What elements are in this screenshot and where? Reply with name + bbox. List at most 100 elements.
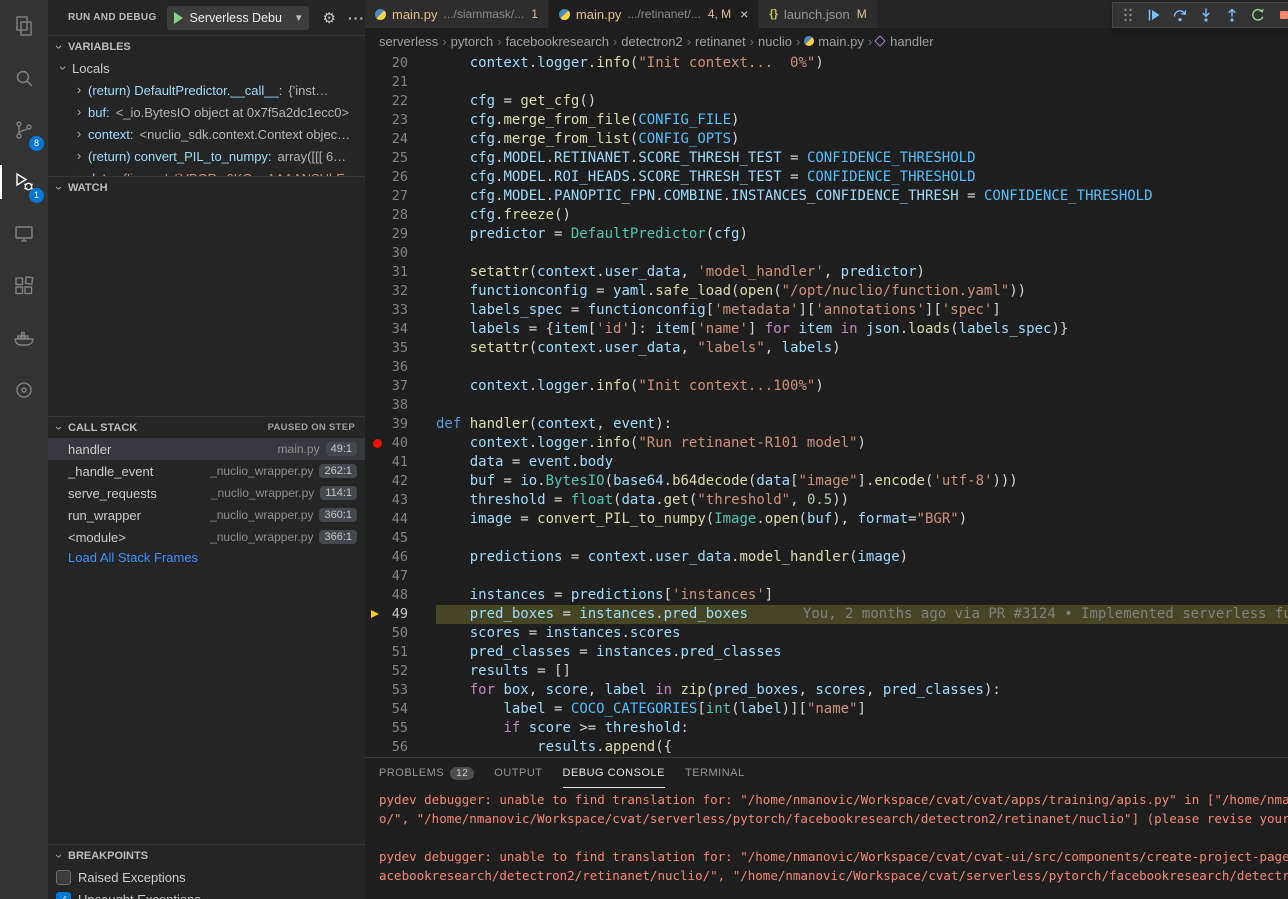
gutter[interactable]: 48 [365, 586, 436, 605]
code-line-53[interactable]: 53 for box, score, label in zip(pred_box… [365, 681, 1288, 700]
line-number[interactable]: 43 [365, 491, 436, 510]
code-line-23[interactable]: 23 cfg.merge_from_file(CONFIG_FILE) [365, 111, 1288, 130]
gutter[interactable]: 29 [365, 225, 436, 244]
gutter[interactable]: 20 [365, 54, 436, 73]
line-number[interactable]: 37 [365, 377, 436, 396]
gutter[interactable]: 51 [365, 643, 436, 662]
chevron-right-icon[interactable]: › [72, 127, 86, 141]
editor-tab[interactable]: {}launch.jsonM [759, 0, 877, 28]
gutter[interactable]: 24 [365, 130, 436, 149]
gutter[interactable]: 53 [365, 681, 436, 700]
code-line-55[interactable]: 55 if score >= threshold: [365, 719, 1288, 738]
line-number[interactable]: 51 [365, 643, 436, 662]
variable-item[interactable]: ›(return) convert_PIL_to_numpy:array([[[… [48, 145, 365, 167]
breadcrumb-item[interactable]: nuclio [758, 34, 792, 49]
line-number[interactable]: 53 [365, 681, 436, 700]
chevron-right-icon[interactable]: › [72, 149, 86, 163]
code-line-47[interactable]: 47 [365, 567, 1288, 586]
activity-extensions-icon[interactable] [0, 260, 48, 312]
line-number[interactable]: 46 [365, 548, 436, 567]
breakpoint-item[interactable]: Raised Exceptions [48, 866, 365, 888]
code-line-44[interactable]: 44 image = convert_PIL_to_numpy(Image.op… [365, 510, 1288, 529]
stack-frame-item[interactable]: handlermain.py49:1 [48, 438, 365, 460]
breadcrumb-item[interactable]: detectron2 [621, 34, 682, 49]
code-line-43[interactable]: 43 threshold = float(data.get("threshold… [365, 491, 1288, 510]
line-number[interactable]: 48 [365, 586, 436, 605]
line-number[interactable]: 41 [365, 453, 436, 472]
gutter[interactable]: 39 [365, 415, 436, 434]
variables-section-header[interactable]: › VARIABLES [48, 35, 365, 57]
gutter[interactable]: 27 [365, 187, 436, 206]
activity-search-icon[interactable] [0, 52, 48, 104]
activity-docker-icon[interactable] [0, 312, 48, 364]
code-editor[interactable]: 20 context.logger.info("Init context... … [365, 54, 1288, 757]
line-number[interactable]: 32 [365, 282, 436, 301]
gutter[interactable]: 41 [365, 453, 436, 472]
line-number[interactable]: 36 [365, 358, 436, 377]
code-line-31[interactable]: 31 setattr(context.user_data, 'model_han… [365, 263, 1288, 282]
line-number[interactable]: 24 [365, 130, 436, 149]
gutter[interactable]: 44 [365, 510, 436, 529]
variable-item[interactable]: ›buf:<_io.BytesIO object at 0x7f5a2dc1ec… [48, 101, 365, 123]
code-line-28[interactable]: 28 cfg.freeze() [365, 206, 1288, 225]
gutter[interactable]: 32 [365, 282, 436, 301]
gutter[interactable]: 30 [365, 244, 436, 263]
breadcrumb-item[interactable]: handler [876, 34, 933, 49]
gutter[interactable]: 52 [365, 662, 436, 681]
gutter[interactable]: 22 [365, 92, 436, 111]
gutter[interactable]: 23 [365, 111, 436, 130]
line-number[interactable]: 39 [365, 415, 436, 434]
activity-explorer-icon[interactable] [0, 0, 48, 52]
locals-scope-row[interactable]: › Locals [48, 57, 365, 79]
line-number[interactable]: 30 [365, 244, 436, 263]
code-line-46[interactable]: 46 predictions = context.user_data.model… [365, 548, 1288, 567]
code-line-54[interactable]: 54 label = COCO_CATEGORIES[int(label)]["… [365, 700, 1288, 719]
gutter[interactable]: 37 [365, 377, 436, 396]
code-line-33[interactable]: 33 labels_spec = functionconfig['metadat… [365, 301, 1288, 320]
step-over-button[interactable] [1167, 3, 1193, 27]
editor-tab[interactable]: main.py.../retinanet/...4, M× [549, 0, 759, 28]
line-number[interactable]: 42 [365, 472, 436, 491]
gutter[interactable]: 45 [365, 529, 436, 548]
code-line-52[interactable]: 52 results = [] [365, 662, 1288, 681]
call-stack-section-header[interactable]: › CALL STACK PAUSED ON STEP [48, 416, 365, 438]
gutter[interactable]: 25 [365, 149, 436, 168]
gutter[interactable]: 46 [365, 548, 436, 567]
code-line-29[interactable]: 29 predictor = DefaultPredictor(cfg) [365, 225, 1288, 244]
line-number[interactable]: 50 [365, 624, 436, 643]
gutter[interactable]: 26 [365, 168, 436, 187]
gutter[interactable]: 33 [365, 301, 436, 320]
line-number[interactable]: 54 [365, 700, 436, 719]
watch-section-header[interactable]: › WATCH [48, 176, 365, 198]
stack-frame-item[interactable]: run_wrapper_nuclio_wrapper.py360:1 [48, 504, 365, 526]
code-line-26[interactable]: 26 cfg.MODEL.ROI_HEADS.SCORE_THRESH_TEST… [365, 168, 1288, 187]
code-line-36[interactable]: 36 [365, 358, 1288, 377]
panel-tab-problems[interactable]: PROBLEMS12 [379, 758, 474, 788]
breadcrumb-item[interactable]: retinanet [695, 34, 746, 49]
code-line-39[interactable]: 39def handler(context, event): [365, 415, 1288, 434]
line-number[interactable]: 52 [365, 662, 436, 681]
gutter[interactable]: 28 [365, 206, 436, 225]
gutter[interactable]: 49 [365, 605, 436, 624]
gutter[interactable]: 47 [365, 567, 436, 586]
editor-tab[interactable]: main.py.../siammask/...1 [365, 0, 549, 28]
gutter[interactable]: 42 [365, 472, 436, 491]
code-line-35[interactable]: 35 setattr(context.user_data, "labels", … [365, 339, 1288, 358]
line-number[interactable]: 21 [365, 73, 436, 92]
gutter[interactable]: 50 [365, 624, 436, 643]
code-line-56[interactable]: 56 results.append({ [365, 738, 1288, 757]
code-line-34[interactable]: 34 labels = {item['id']: item['name'] fo… [365, 320, 1288, 339]
gutter[interactable]: 54 [365, 700, 436, 719]
chevron-right-icon[interactable]: › [72, 83, 86, 97]
panel-tab-output[interactable]: OUTPUT [494, 758, 542, 788]
code-line-24[interactable]: 24 cfg.merge_from_list(CONFIG_OPTS) [365, 130, 1288, 149]
stack-frame-item[interactable]: _handle_event_nuclio_wrapper.py262:1 [48, 460, 365, 482]
line-number[interactable]: 35 [365, 339, 436, 358]
code-line-40[interactable]: 40 context.logger.info("Run retinanet-R1… [365, 434, 1288, 453]
code-line-42[interactable]: 42 buf = io.BytesIO(base64.b64decode(dat… [365, 472, 1288, 491]
breakpoints-section-header[interactable]: › BREAKPOINTS [48, 844, 365, 866]
line-number[interactable]: 25 [365, 149, 436, 168]
code-line-25[interactable]: 25 cfg.MODEL.RETINANET.SCORE_THRESH_TEST… [365, 149, 1288, 168]
code-line-30[interactable]: 30 [365, 244, 1288, 263]
gutter[interactable]: 31 [365, 263, 436, 282]
